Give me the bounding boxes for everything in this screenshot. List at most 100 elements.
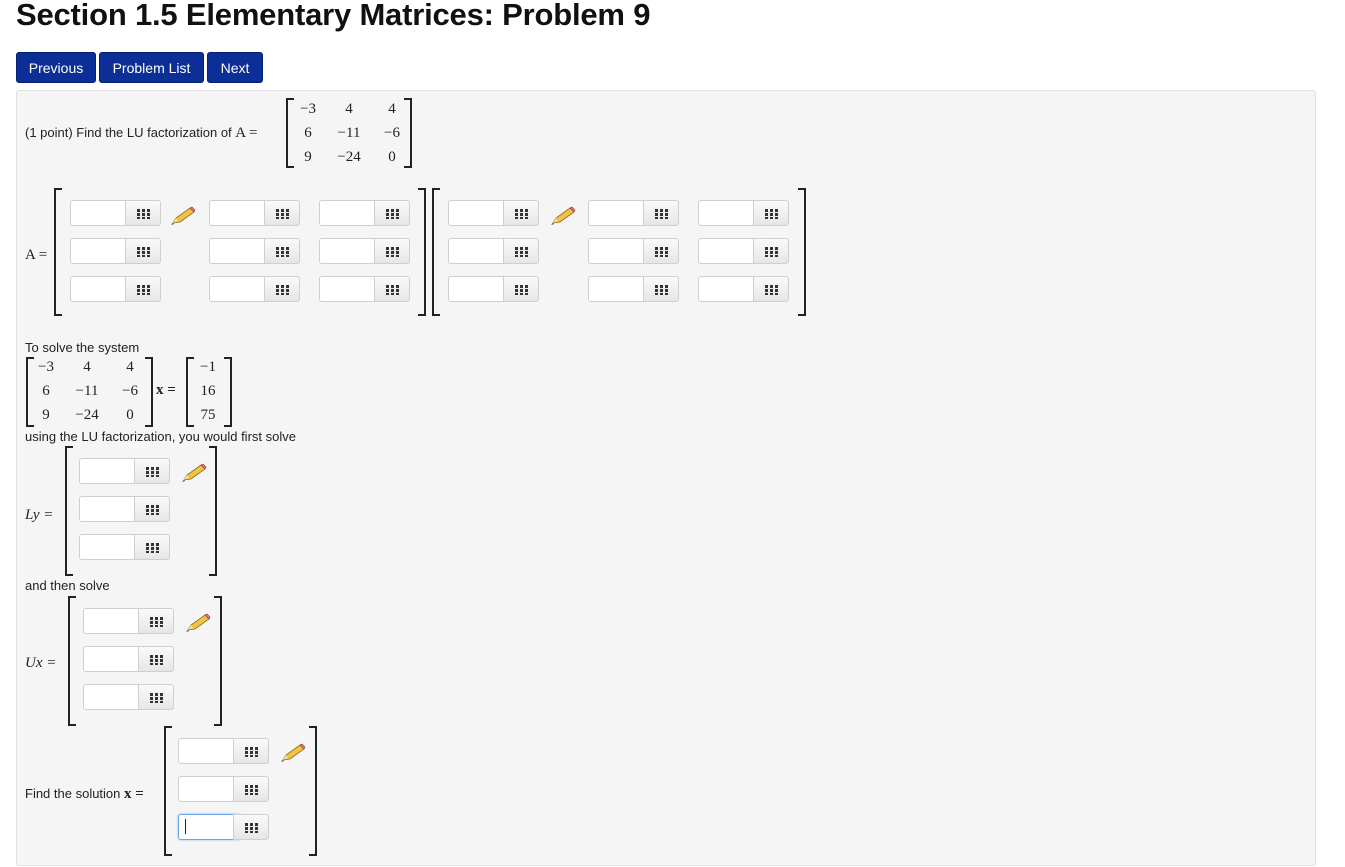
matrix-palette-button[interactable] [753, 238, 789, 264]
ly-label: Ly = [25, 507, 54, 523]
u-bracket-right [798, 188, 806, 316]
u-entry [448, 238, 540, 266]
pencil-icon[interactable] [550, 206, 576, 226]
matrix-palette-icon [137, 285, 150, 295]
l-entry-input[interactable] [319, 200, 381, 226]
u-entry-input[interactable] [448, 276, 510, 302]
rhs-bracket-right [224, 357, 232, 427]
matrix-palette-button[interactable] [125, 276, 161, 302]
ux-label: Ux = [25, 655, 57, 671]
problem-list-button[interactable]: Problem List [99, 52, 204, 83]
a-cell: 4 [388, 100, 396, 117]
matrix-palette-icon [655, 285, 668, 295]
l-entry-input[interactable] [209, 238, 271, 264]
matrix-palette-button[interactable] [264, 276, 300, 302]
matrix-palette-button[interactable] [138, 646, 174, 672]
matrix-palette-button[interactable] [125, 238, 161, 264]
l-entry-input[interactable] [209, 200, 271, 226]
u-entry [588, 200, 680, 228]
matrix-palette-button[interactable] [374, 200, 410, 226]
x-entry-input[interactable] [83, 684, 145, 710]
matrix-palette-button[interactable] [134, 534, 170, 560]
sys-cell: 0 [126, 406, 134, 423]
bracket-right [404, 98, 412, 168]
sys-cell: 9 [42, 406, 50, 423]
y-entry [79, 496, 171, 524]
l-entry-input[interactable] [319, 276, 381, 302]
x-entry-input[interactable] [83, 646, 145, 672]
matrix-palette-button[interactable] [134, 458, 170, 484]
matrix-palette-button[interactable] [643, 238, 679, 264]
l-entry [70, 276, 162, 304]
matrix-palette-button[interactable] [264, 238, 300, 264]
matrix-palette-button[interactable] [264, 200, 300, 226]
sys-cell: −24 [75, 406, 99, 423]
matrix-palette-icon [515, 285, 528, 295]
then-text: and then solve [25, 578, 110, 593]
matrix-palette-button[interactable] [138, 608, 174, 634]
l-entry [209, 200, 301, 228]
a-label: A = [235, 125, 258, 141]
y-entry-input[interactable] [79, 458, 141, 484]
matrix-palette-button[interactable] [125, 200, 161, 226]
u-entry [448, 200, 540, 228]
rhs-cell: 16 [200, 382, 216, 399]
matrix-palette-button[interactable] [233, 776, 269, 802]
pencil-icon[interactable] [181, 463, 207, 483]
rhs-cell: 75 [200, 406, 216, 423]
l-bracket-left [54, 188, 62, 316]
matrix-palette-button[interactable] [503, 276, 539, 302]
l-entry-input[interactable] [70, 200, 132, 226]
next-button[interactable]: Next [207, 52, 263, 83]
x-entry-input[interactable] [83, 608, 145, 634]
l-entry-input[interactable] [209, 276, 271, 302]
a-cell: −3 [300, 100, 316, 117]
pencil-icon[interactable] [170, 206, 196, 226]
problem-intro: (1 point) Find the LU factorization of A… [25, 125, 258, 142]
u-entry [698, 276, 790, 304]
u-entry-input[interactable] [588, 200, 650, 226]
matrix-palette-button[interactable] [753, 200, 789, 226]
matrix-palette-button[interactable] [233, 738, 269, 764]
matrix-palette-button[interactable] [643, 200, 679, 226]
l-entry [319, 238, 411, 266]
u-entry-input[interactable] [698, 276, 760, 302]
matrix-palette-button[interactable] [134, 496, 170, 522]
a-cell: −6 [384, 124, 400, 141]
matrix-palette-button[interactable] [643, 276, 679, 302]
pencil-icon[interactable] [280, 743, 306, 763]
solution-entry [178, 776, 270, 804]
u-entry-input[interactable] [588, 238, 650, 264]
previous-button[interactable]: Previous [16, 52, 96, 83]
matrix-palette-button[interactable] [374, 238, 410, 264]
solution-entry-input[interactable] [178, 814, 241, 840]
sys-cell: 4 [126, 358, 134, 375]
l-entry-input[interactable] [70, 238, 132, 264]
matrix-palette-button[interactable] [503, 238, 539, 264]
a-cell: −24 [337, 148, 361, 165]
u-entry-input[interactable] [698, 238, 760, 264]
y-entry-input[interactable] [79, 534, 141, 560]
y-entry-input[interactable] [79, 496, 141, 522]
l-entry-input[interactable] [319, 238, 381, 264]
u-entry-input[interactable] [448, 200, 510, 226]
intro-text: (1 point) Find the LU factorization of [25, 125, 232, 140]
sys-cell: −3 [38, 358, 54, 375]
u-entry-input[interactable] [448, 238, 510, 264]
u-entry-input[interactable] [588, 276, 650, 302]
solution-entry-input[interactable] [178, 738, 240, 764]
pencil-icon[interactable] [185, 613, 211, 633]
sol-bracket-left [164, 726, 172, 856]
matrix-palette-button[interactable] [753, 276, 789, 302]
matrix-palette-button[interactable] [374, 276, 410, 302]
matrix-palette-button[interactable] [138, 684, 174, 710]
matrix-palette-button[interactable] [233, 814, 269, 840]
matrix-palette-icon [386, 209, 399, 219]
u-entry-input[interactable] [698, 200, 760, 226]
matrix-palette-button[interactable] [503, 200, 539, 226]
lu-label: A = [25, 247, 48, 263]
rhs-bracket-left [186, 357, 194, 427]
solution-entry [178, 814, 270, 842]
solution-entry-input[interactable] [178, 776, 240, 802]
l-entry-input[interactable] [70, 276, 132, 302]
